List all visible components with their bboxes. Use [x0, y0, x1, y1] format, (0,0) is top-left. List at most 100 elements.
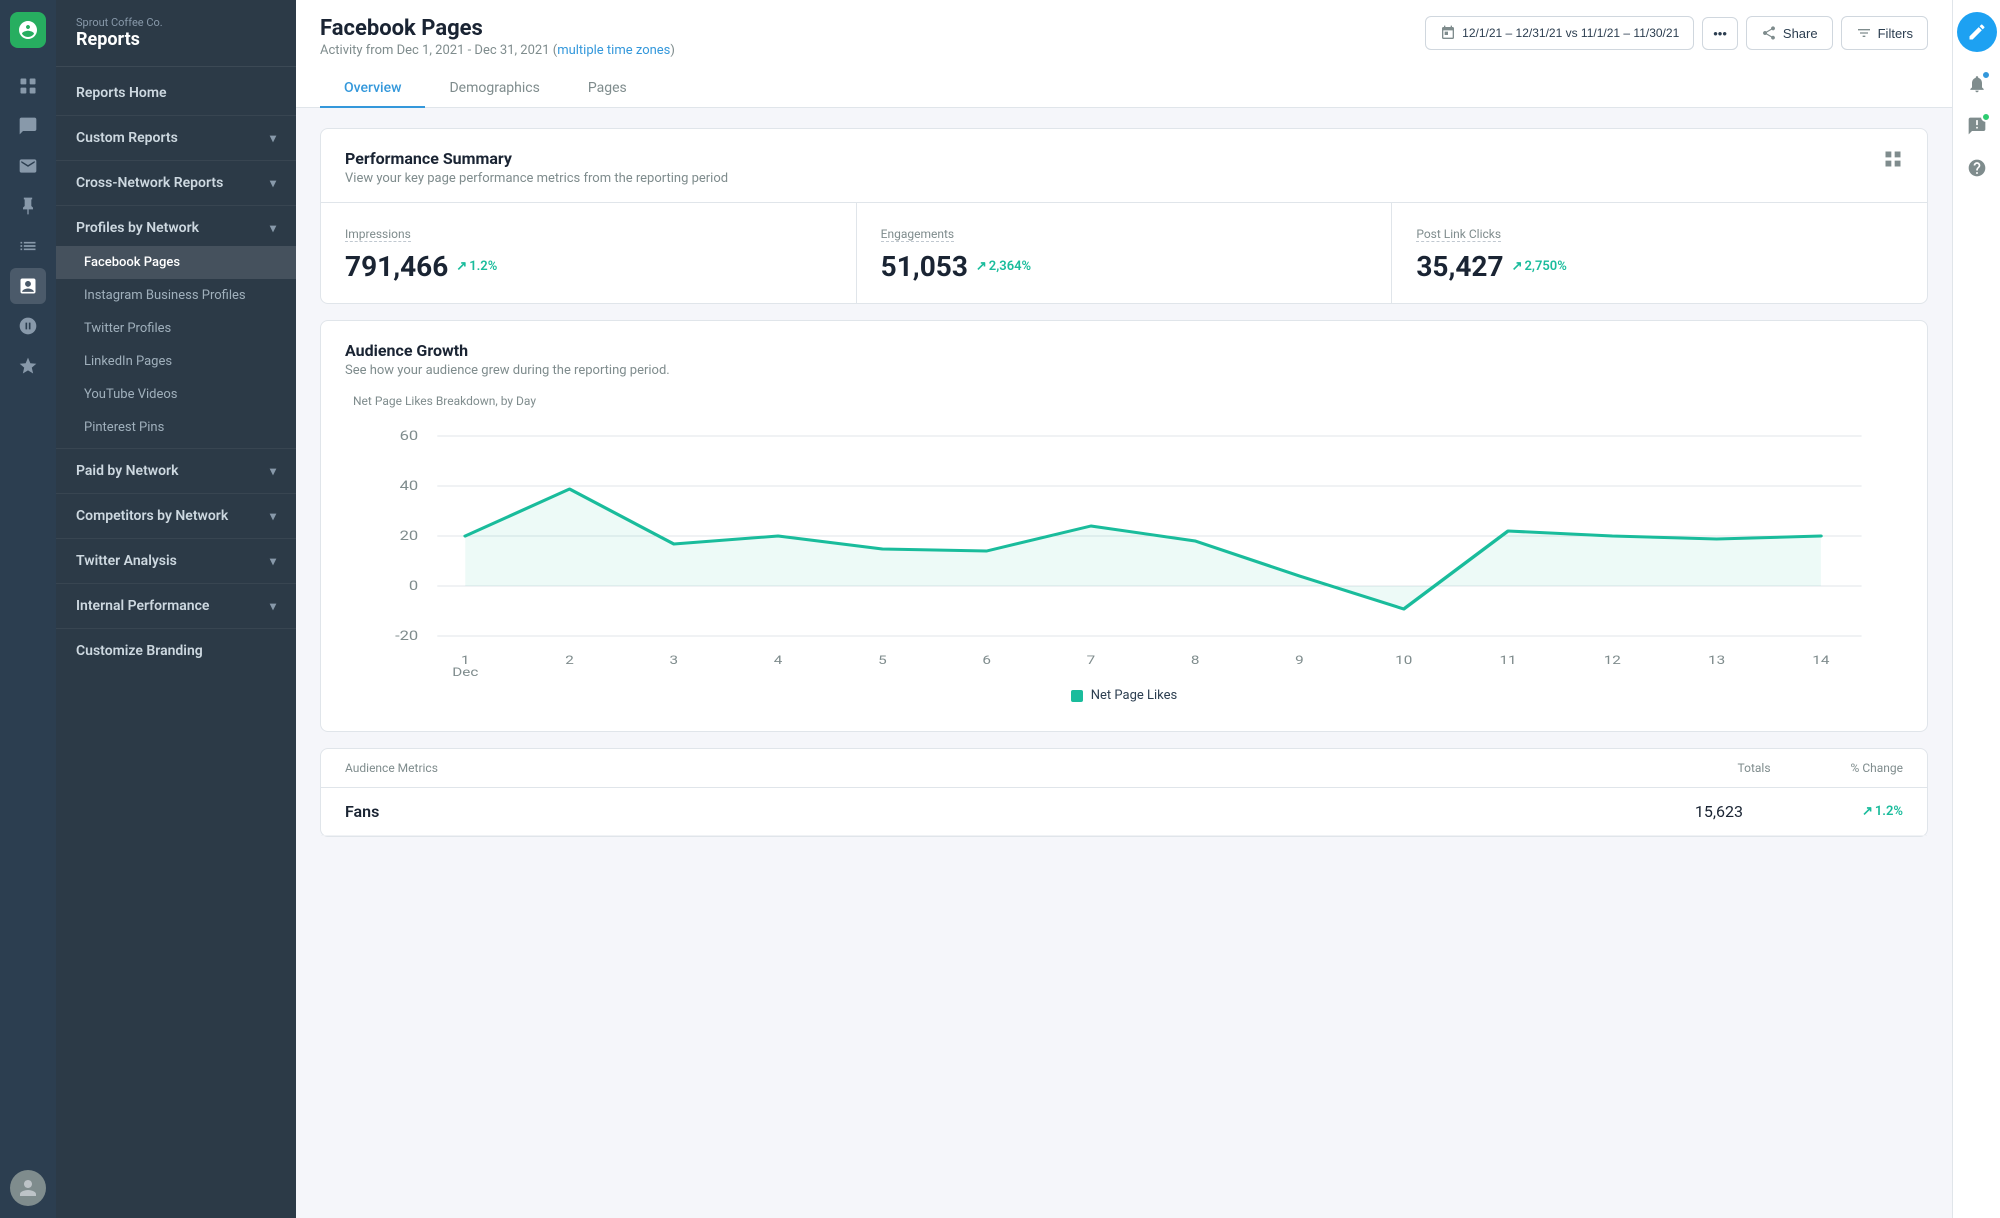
timezone-link[interactable]: multiple time zones [557, 43, 670, 58]
sidebar-icon-tasks[interactable] [10, 228, 46, 264]
sidebar-section-competitors[interactable]: Competitors by Network ▾ [56, 498, 296, 534]
sidebar-icon-pin[interactable] [10, 188, 46, 224]
audience-chart: 60 40 20 0 -20 1 Dec 2 3 4 5 6 7 [345, 416, 1903, 676]
brand-company: Sprout Coffee Co. [76, 16, 276, 29]
notifications-badge [1981, 70, 1991, 80]
date-range-button[interactable]: 12/1/21 – 12/31/21 vs 11/1/21 – 11/30/21 [1425, 16, 1694, 50]
brand-section: Reports [76, 29, 276, 50]
sidebar-section-custom-reports[interactable]: Custom Reports ▾ [56, 120, 296, 156]
svg-text:9: 9 [1295, 654, 1304, 668]
chevron-down-icon: ▾ [270, 131, 276, 145]
svg-text:8: 8 [1191, 654, 1200, 668]
svg-text:7: 7 [1087, 654, 1096, 668]
help-button[interactable] [1959, 150, 1995, 186]
audience-growth-title: Audience Growth [345, 341, 670, 360]
sidebar-icon-inbox[interactable] [10, 148, 46, 184]
page-title: Facebook Pages [320, 16, 675, 41]
feedback-button[interactable] [1959, 108, 1995, 144]
page-info: Facebook Pages Activity from Dec 1, 2021… [320, 16, 675, 58]
legend-label: Net Page Likes [1091, 688, 1178, 703]
audience-growth-card: Audience Growth See how your audience gr… [320, 320, 1928, 732]
svg-text:13: 13 [1708, 654, 1725, 668]
audience-metrics-card: Audience Metrics Totals % Change Fans 15… [320, 748, 1928, 837]
sidebar-item-facebook-pages[interactable]: Facebook Pages [56, 246, 296, 279]
main-content: Facebook Pages Activity from Dec 1, 2021… [296, 0, 1952, 1218]
more-options-button[interactable]: ••• [1702, 17, 1738, 50]
sidebar-item-linkedin-pages[interactable]: LinkedIn Pages [56, 345, 296, 378]
tab-demographics[interactable]: Demographics [425, 70, 563, 108]
app-logo[interactable] [10, 12, 46, 48]
grid-view-icon[interactable] [1883, 149, 1903, 174]
sidebar-section-cross-network[interactable]: Cross-Network Reports ▾ [56, 165, 296, 201]
audience-growth-subtitle: See how your audience grew during the re… [345, 363, 670, 378]
svg-text:10: 10 [1395, 654, 1412, 668]
svg-text:3: 3 [670, 654, 679, 668]
share-icon [1761, 25, 1777, 41]
sidebar: Sprout Coffee Co. Reports Reports Home C… [56, 0, 296, 1218]
chevron-down-icon: ▾ [270, 554, 276, 568]
svg-text:5: 5 [878, 654, 887, 668]
metric-impressions: Impressions 791,466 1.2% [321, 203, 857, 303]
svg-text:12: 12 [1604, 654, 1621, 668]
notifications-button[interactable] [1959, 66, 1995, 102]
svg-text:14: 14 [1812, 654, 1829, 668]
svg-text:40: 40 [400, 478, 419, 494]
chevron-down-icon: ▾ [270, 599, 276, 613]
sidebar-icon-automation[interactable] [10, 308, 46, 344]
chevron-down-icon: ▾ [270, 509, 276, 523]
chevron-down-icon: ▾ [270, 464, 276, 478]
chart-label: Net Page Likes Breakdown, by Day [345, 394, 1903, 408]
engagements-change: 2,364% [976, 259, 1031, 274]
page-subtitle: Activity from Dec 1, 2021 - Dec 31, 2021… [320, 43, 675, 58]
table-header: Audience Metrics Totals % Change [321, 749, 1927, 788]
sidebar-nav: Reports Home Custom Reports ▾ Cross-Netw… [56, 67, 296, 677]
sidebar-section-internal-performance[interactable]: Internal Performance ▾ [56, 588, 296, 624]
sidebar-icon-analytics[interactable] [10, 268, 46, 304]
svg-text:Dec: Dec [452, 666, 478, 676]
metric-post-link-clicks: Post Link Clicks 35,427 2,750% [1392, 203, 1927, 303]
tab-overview[interactable]: Overview [320, 70, 425, 108]
sidebar-section-twitter-analysis[interactable]: Twitter Analysis ▾ [56, 543, 296, 579]
compose-button[interactable] [1957, 12, 1997, 52]
sidebar-item-youtube-videos[interactable]: YouTube Videos [56, 378, 296, 411]
svg-text:6: 6 [982, 654, 991, 668]
sidebar-item-instagram-business[interactable]: Instagram Business Profiles [56, 279, 296, 312]
right-bar [1952, 0, 2000, 1218]
sidebar-icon-reports[interactable] [10, 68, 46, 104]
sidebar-section-paid-by-network[interactable]: Paid by Network ▾ [56, 453, 296, 489]
chart-legend: Net Page Likes [345, 676, 1903, 711]
performance-summary-subtitle: View your key page performance metrics f… [345, 171, 728, 186]
impressions-change: 1.2% [456, 259, 497, 274]
tabs: Overview Demographics Pages [320, 70, 1928, 107]
svg-text:20: 20 [400, 528, 419, 544]
sidebar-icon-messages[interactable] [10, 108, 46, 144]
metrics-row: Impressions 791,466 1.2% Engagements 51,… [321, 202, 1927, 303]
tab-pages[interactable]: Pages [564, 70, 651, 108]
sidebar-brand: Sprout Coffee Co. Reports [56, 0, 296, 67]
svg-text:11: 11 [1499, 654, 1516, 668]
user-avatar[interactable] [10, 1170, 46, 1206]
content-area: Performance Summary View your key page p… [296, 108, 1952, 1218]
chevron-down-icon: ▾ [270, 221, 276, 235]
sidebar-section-profiles-by-network[interactable]: Profiles by Network ▾ [56, 210, 296, 246]
sidebar-item-reports-home[interactable]: Reports Home [56, 75, 296, 111]
ellipsis-icon: ••• [1713, 26, 1727, 41]
svg-text:-20: -20 [395, 628, 418, 644]
filters-button[interactable]: Filters [1841, 16, 1928, 50]
performance-summary-card: Performance Summary View your key page p… [320, 128, 1928, 304]
header-actions: 12/1/21 – 12/31/21 vs 11/1/21 – 11/30/21… [1425, 16, 1928, 50]
svg-text:4: 4 [774, 654, 783, 668]
svg-text:0: 0 [409, 578, 418, 594]
sidebar-icon-star[interactable] [10, 348, 46, 384]
svg-text:60: 60 [400, 428, 419, 444]
table-row: Fans 15,623 1.2% [321, 788, 1927, 836]
sidebar-item-pinterest-pins[interactable]: Pinterest Pins [56, 411, 296, 444]
metric-engagements: Engagements 51,053 2,364% [857, 203, 1393, 303]
share-button[interactable]: Share [1746, 16, 1833, 50]
performance-summary-title: Performance Summary [345, 149, 728, 168]
sidebar-item-twitter-profiles[interactable]: Twitter Profiles [56, 312, 296, 345]
post-link-clicks-change: 2,750% [1512, 259, 1567, 274]
calendar-icon [1440, 25, 1456, 41]
legend-dot [1071, 690, 1083, 702]
sidebar-item-customize-branding[interactable]: Customize Branding [56, 633, 296, 669]
